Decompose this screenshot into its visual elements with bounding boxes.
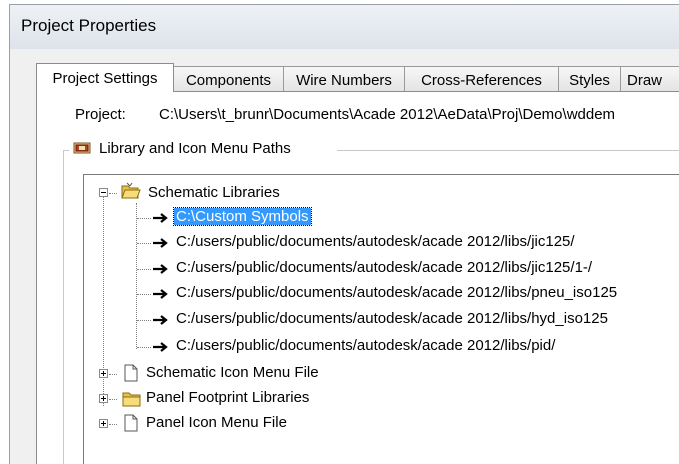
tree-item-path[interactable]: C:/users/public/documents/autodesk/acade… <box>176 283 617 303</box>
path-label: C:/users/public/documents/autodesk/acade… <box>176 337 556 354</box>
tab-label: Cross-References <box>421 72 542 89</box>
tree-item-panel-footprint-libraries[interactable]: Panel Footprint Libraries <box>146 388 309 408</box>
tab-project-settings[interactable]: Project Settings <box>36 63 174 92</box>
folder-icon <box>122 392 141 407</box>
arrow-right-icon <box>153 289 168 299</box>
project-properties-dialog: Project Properties Project Settings Comp… <box>9 4 679 464</box>
tab-strip: Project Settings Components Wire Numbers… <box>36 63 679 92</box>
project-settings-panel: Project: C:\Users\t_brunr\Documents\Acade… <box>36 91 679 464</box>
path-label: C:/users/public/documents/autodesk/acade… <box>176 284 618 301</box>
path-label: C:/users/public/documents/autodesk/acade… <box>176 310 608 327</box>
tree-connector <box>137 218 151 219</box>
library-paths-group-label: Library and Icon Menu Paths <box>73 140 291 159</box>
tab-components[interactable]: Components <box>173 66 284 91</box>
library-icon <box>73 141 91 159</box>
tree-connector <box>137 320 151 321</box>
tree-connector <box>137 347 151 348</box>
tree-connector <box>137 294 151 295</box>
library-tree[interactable]: Schematic Libraries C:\Custom Symbols C:… <box>83 174 679 464</box>
tree-item-label: Panel Icon Menu File <box>146 414 287 431</box>
window-title: Project Properties <box>21 16 157 35</box>
tab-styles[interactable]: Styles <box>558 66 621 91</box>
tree-connector <box>109 374 117 375</box>
tree-item-label: Schematic Icon Menu File <box>146 364 319 381</box>
tree-connector <box>137 269 151 270</box>
tree-item-path[interactable]: C:/users/public/documents/autodesk/acade… <box>176 309 608 329</box>
tab-label: Wire Numbers <box>296 72 392 89</box>
path-label: C:\Custom Symbols <box>173 207 312 226</box>
tree-item-path[interactable]: C:/users/public/documents/autodesk/acade… <box>176 232 575 252</box>
project-row: Project: C:\Users\t_brunr\Documents\Acade… <box>75 106 615 123</box>
expand-icon[interactable] <box>99 369 108 378</box>
tree-item-panel-icon-menu-file[interactable]: Panel Icon Menu File <box>146 413 287 433</box>
tree-item-path[interactable]: C:/users/public/documents/autodesk/acade… <box>176 336 555 356</box>
expand-icon[interactable] <box>99 394 108 403</box>
open-folder-icon <box>121 182 141 199</box>
arrow-right-icon <box>153 342 168 352</box>
collapse-icon[interactable] <box>99 188 108 197</box>
document-icon <box>124 414 138 432</box>
document-icon <box>124 364 138 382</box>
tab-label: Styles <box>569 72 610 89</box>
arrow-right-icon <box>153 264 168 274</box>
arrow-right-icon <box>153 315 168 325</box>
tree-connector <box>109 193 117 194</box>
expand-icon[interactable] <box>99 419 108 428</box>
group-label-text: Library and Icon Menu Paths <box>99 140 291 157</box>
path-label: C:/users/public/documents/autodesk/acade… <box>176 259 593 276</box>
tree-connector <box>136 203 137 349</box>
project-path: C:\Users\t_brunr\Documents\Acade 2012\Ae… <box>159 106 616 123</box>
tab-label: Draw <box>627 72 663 89</box>
tree-item-label: Schematic Libraries <box>148 184 280 201</box>
tree-connector <box>109 399 117 400</box>
project-label: Project: <box>75 106 126 123</box>
title-bar[interactable]: Project Properties <box>10 5 679 49</box>
tree-connector <box>109 424 117 425</box>
path-label: C:/users/public/documents/autodesk/acade… <box>176 233 575 250</box>
arrow-right-icon <box>153 213 168 223</box>
group-border-left <box>63 150 64 464</box>
tab-cross-references[interactable]: Cross-References <box>404 66 559 91</box>
group-border-top <box>337 150 679 151</box>
arrow-right-icon <box>153 238 168 248</box>
tree-item-path[interactable]: C:/users/public/documents/autodesk/acade… <box>176 258 592 278</box>
tab-label: Project Settings <box>52 70 158 87</box>
tab-drawing[interactable]: Draw <box>620 66 679 91</box>
tree-item-schematic-libraries[interactable]: Schematic Libraries <box>120 182 280 202</box>
tree-item-path[interactable]: C:\Custom Symbols <box>173 207 312 227</box>
tab-wire-numbers[interactable]: Wire Numbers <box>283 66 405 91</box>
tab-label: Components <box>185 72 272 89</box>
tree-connector <box>137 243 151 244</box>
tree-item-schematic-icon-menu-file[interactable]: Schematic Icon Menu File <box>146 363 319 383</box>
tree-item-label: Panel Footprint Libraries <box>146 389 310 406</box>
